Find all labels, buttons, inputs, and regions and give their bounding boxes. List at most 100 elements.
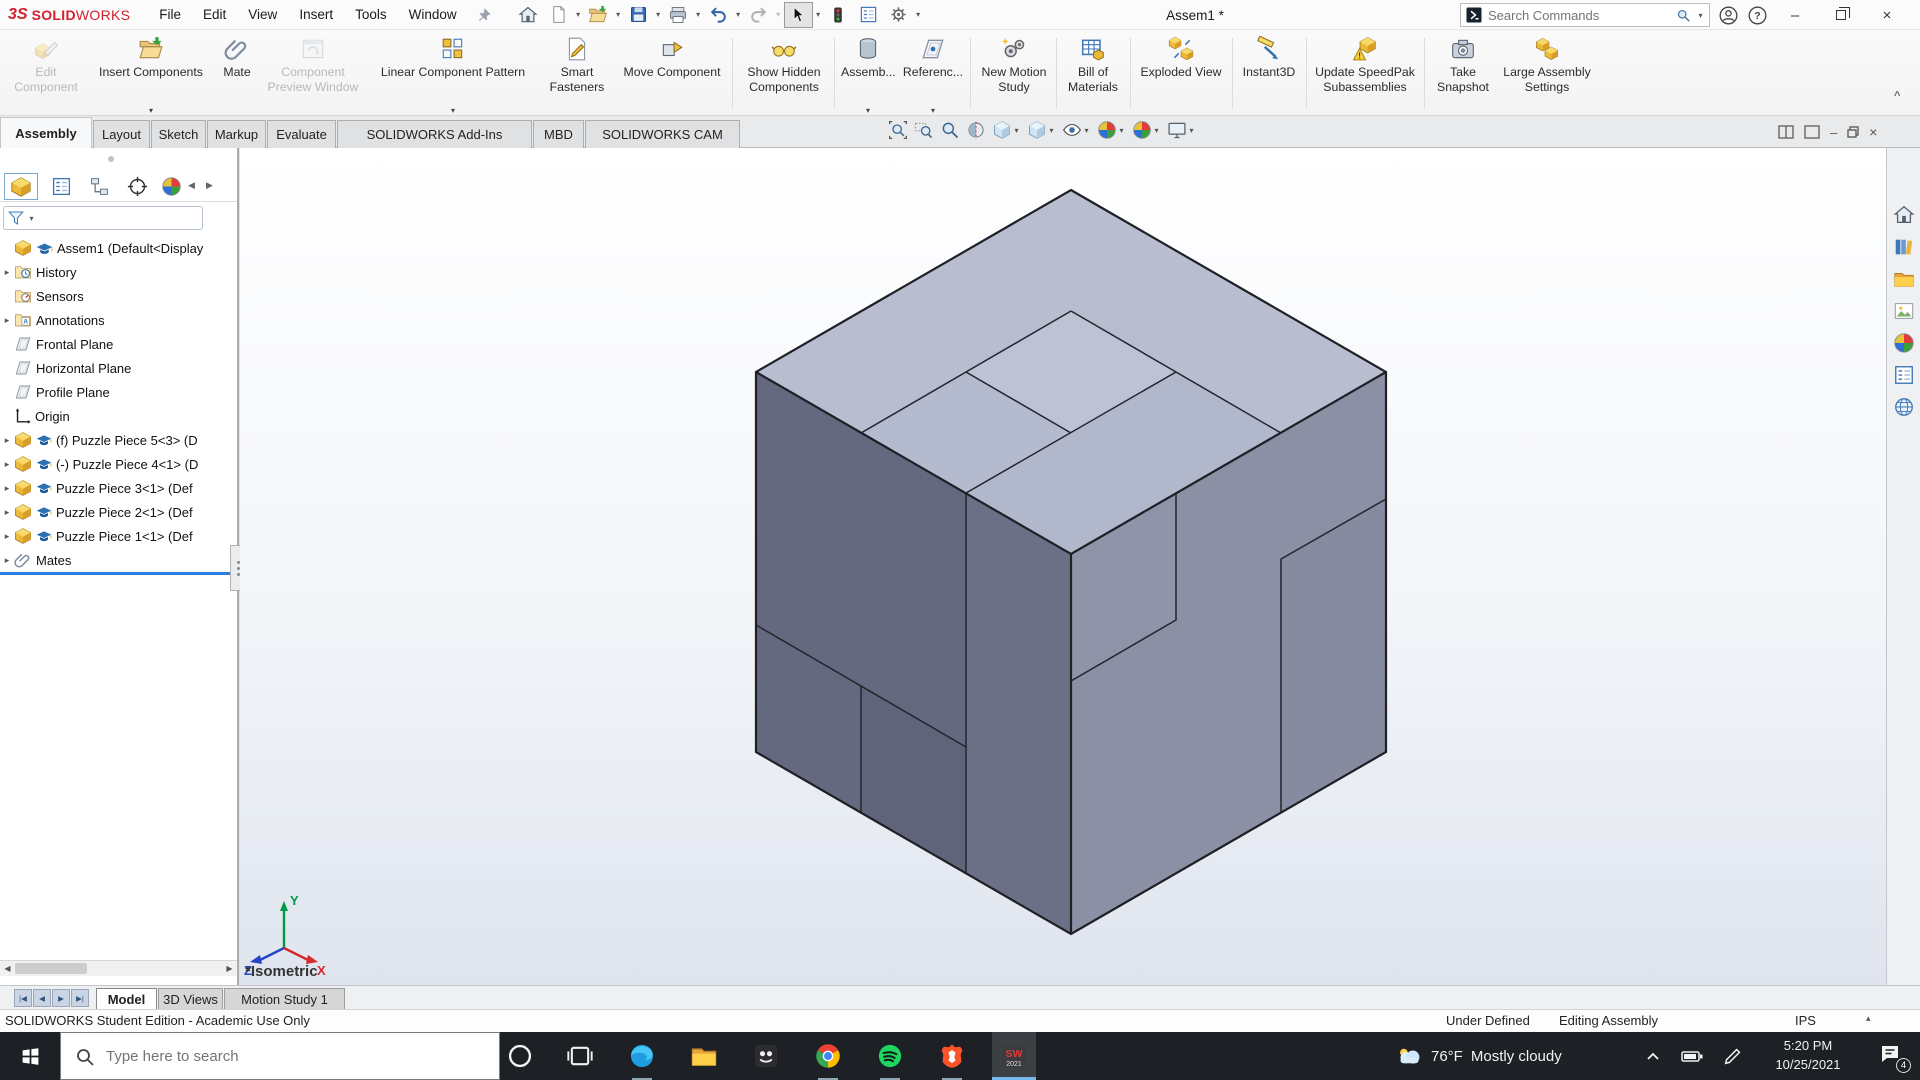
ribbon-take-snapshot[interactable]: Take Snapshot — [1428, 30, 1498, 115]
new-document-dropdown[interactable]: ▾ — [574, 10, 583, 19]
help-icon[interactable] — [1747, 5, 1768, 26]
tree-item-annotations[interactable]: ▸Annotations — [0, 308, 237, 332]
brave-icon[interactable] — [938, 1042, 966, 1070]
print-dropdown[interactable]: ▾ — [694, 10, 703, 19]
battery-icon[interactable] — [1680, 1044, 1704, 1068]
task-view-icon[interactable] — [566, 1042, 594, 1070]
dimxpert-manager-tab[interactable] — [120, 173, 154, 200]
dark-app-icon[interactable] — [752, 1042, 780, 1070]
display-manager-tab[interactable] — [154, 173, 188, 200]
spotify-icon[interactable] — [876, 1042, 904, 1070]
units-dropdown-arrow[interactable]: ▴ — [1866, 1013, 1871, 1024]
close-button[interactable]: × — [1868, 0, 1906, 30]
pen-icon[interactable] — [1722, 1045, 1744, 1067]
tree-item-puzzle-piece-4[interactable]: ▸(-) Puzzle Piece 4<1> (D — [0, 452, 237, 476]
task-pane-home-icon[interactable] — [1893, 204, 1915, 226]
apply-scene-dropdown[interactable]: ▾ — [1152, 126, 1161, 135]
tab-layout[interactable]: Layout — [93, 120, 150, 148]
tree-item-puzzle-piece-3[interactable]: ▸Puzzle Piece 3<1> (Def — [0, 476, 237, 500]
tree-root-assembly[interactable]: Assem1 (Default<Display — [0, 236, 237, 260]
display-style-button[interactable]: ▾ — [990, 119, 1023, 141]
nav-prev-button[interactable]: ◀ — [33, 989, 51, 1007]
units-selector[interactable]: IPS — [1795, 1013, 1816, 1028]
tab-model[interactable]: Model — [96, 988, 157, 1010]
account-icon[interactable] — [1718, 5, 1739, 26]
taskbar-search-box[interactable] — [60, 1032, 500, 1080]
pin-menu-icon[interactable] — [476, 7, 492, 23]
edge-icon[interactable] — [628, 1042, 656, 1070]
property-manager-tab[interactable] — [44, 173, 78, 200]
doc-minimize-button[interactable]: – — [1830, 125, 1837, 140]
doc-close-button[interactable]: × — [1869, 124, 1877, 140]
expand-arrow-icon[interactable]: ▸ — [0, 435, 14, 446]
undo-dropdown[interactable]: ▾ — [734, 10, 743, 19]
expand-arrow-icon[interactable]: ▸ — [0, 531, 14, 542]
edit-appearance-dropdown[interactable]: ▾ — [1117, 126, 1126, 135]
view-settings-button[interactable]: ▾ — [1165, 119, 1198, 141]
expand-arrow-icon[interactable]: ▸ — [0, 483, 14, 494]
ribbon-reference-geometry[interactable]: Referenc...▾ — [900, 30, 966, 115]
expand-arrow-icon[interactable]: ▸ — [0, 267, 14, 278]
nav-first-button[interactable]: |◀ — [14, 989, 32, 1007]
ribbon-move-component[interactable]: Move Component — [616, 30, 728, 115]
panel-drag-handle[interactable] — [108, 156, 114, 162]
ribbon-smart-fasteners[interactable]: Smart Fasteners — [542, 30, 612, 115]
hidden-icons-chevron[interactable] — [1646, 1050, 1660, 1064]
linear-pattern-dropdown[interactable]: ▾ — [368, 106, 538, 115]
doc-restore-button[interactable] — [1847, 126, 1859, 138]
start-button[interactable] — [0, 1032, 60, 1080]
tabs-scroll-left[interactable]: ◀ — [188, 180, 195, 191]
tabs-scroll-right[interactable]: ▶ — [206, 180, 213, 191]
assembly-features-dropdown[interactable]: ▾ — [840, 106, 896, 115]
tab-solidworks-cam[interactable]: SOLIDWORKS CAM — [585, 120, 740, 148]
view-orientation-dropdown[interactable]: ▾ — [1047, 126, 1056, 135]
new-document-button[interactable] — [544, 2, 573, 28]
menu-window[interactable]: Window — [398, 7, 468, 22]
tab-evaluate[interactable]: Evaluate — [267, 120, 336, 148]
search-icon[interactable] — [1676, 8, 1691, 23]
expand-arrow-icon[interactable]: ▸ — [0, 555, 14, 566]
tab-markup[interactable]: Markup — [207, 120, 266, 148]
ribbon-mate[interactable]: Mate — [214, 30, 260, 115]
section-view-button[interactable] — [964, 119, 988, 141]
ribbon-instant3d[interactable]: Instant3D — [1236, 30, 1302, 115]
tree-filter-box[interactable]: ▾ — [3, 206, 203, 230]
restore-button[interactable] — [1822, 0, 1860, 30]
chrome-icon[interactable] — [814, 1042, 842, 1070]
reference-geometry-dropdown[interactable]: ▾ — [900, 106, 966, 115]
ribbon-new-motion-study[interactable]: New Motion Study — [976, 30, 1052, 115]
search-commands-input[interactable] — [1488, 8, 1671, 23]
custom-properties-icon[interactable] — [1893, 364, 1915, 386]
taskbar-search-input[interactable] — [106, 1048, 499, 1065]
tree-item-mates[interactable]: ▸Mates — [0, 548, 237, 572]
nav-next-button[interactable]: ▶ — [52, 989, 70, 1007]
tree-item-horizontal-plane[interactable]: Horizontal Plane — [0, 356, 237, 380]
ribbon-show-hidden[interactable]: Show Hidden Components — [738, 30, 830, 115]
tree-item-sensors[interactable]: Sensors — [0, 284, 237, 308]
ribbon-insert-components[interactable]: Insert Components▾ — [92, 30, 210, 115]
ribbon-linear-pattern[interactable]: Linear Component Pattern▾ — [368, 30, 538, 115]
tree-item-puzzle-piece-2[interactable]: ▸Puzzle Piece 2<1> (Def — [0, 500, 237, 524]
menu-insert[interactable]: Insert — [288, 7, 344, 22]
save-dropdown[interactable]: ▾ — [654, 10, 663, 19]
graphics-viewport[interactable]: Y X Z *Isometric — [240, 148, 1920, 985]
select-tool-dropdown[interactable]: ▾ — [814, 10, 823, 19]
tree-item-puzzle-piece-5[interactable]: ▸(f) Puzzle Piece 5<3> (D — [0, 428, 237, 452]
tab-sketch[interactable]: Sketch — [151, 120, 206, 148]
filter-dropdown[interactable]: ▾ — [27, 214, 36, 223]
weather-widget[interactable]: 76°F Mostly cloudy — [1396, 1032, 1562, 1080]
scroll-left-button[interactable]: ◀ — [0, 961, 15, 976]
tab-assembly[interactable]: Assembly — [0, 117, 92, 148]
configuration-manager-tab[interactable] — [82, 173, 116, 200]
tab-3d-views[interactable]: 3D Views — [158, 988, 223, 1010]
search-dropdown[interactable]: ▾ — [1696, 11, 1705, 20]
puzzle-cube-model[interactable]: Y X Z — [240, 148, 1920, 985]
collapse-ribbon-button[interactable]: ^ — [1894, 90, 1900, 102]
scroll-right-button[interactable]: ▶ — [222, 961, 237, 976]
taskbar-clock[interactable]: 5:20 PM 10/25/2021 — [1760, 1037, 1856, 1075]
file-explorer-icon[interactable] — [690, 1042, 718, 1070]
view-palette-icon[interactable] — [1893, 300, 1915, 322]
options-button[interactable] — [884, 2, 913, 28]
file-properties-button[interactable] — [854, 2, 883, 28]
minimize-button[interactable]: – — [1776, 0, 1814, 30]
